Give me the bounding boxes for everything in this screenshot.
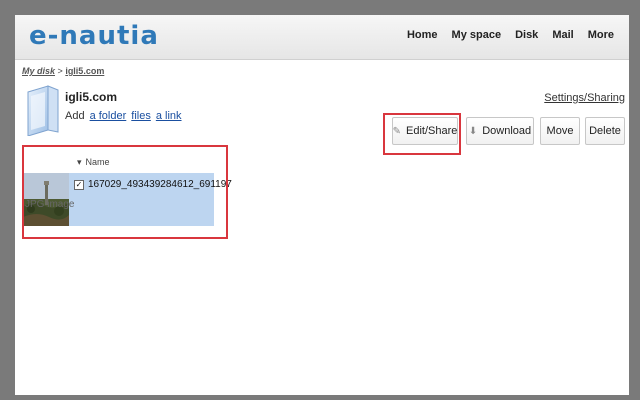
file-row-highlight	[22, 145, 228, 239]
move-button[interactable]: Move	[540, 117, 580, 145]
download-label: Download	[482, 125, 532, 137]
nav-more[interactable]: More	[588, 29, 614, 41]
delete-label: Delete	[589, 125, 621, 137]
download-icon: ⬇	[468, 125, 478, 137]
breadcrumb-current[interactable]: igli5.com	[65, 66, 104, 76]
breadcrumb: My disk > igli5.com	[22, 66, 104, 76]
logo[interactable]: e-nautia	[29, 21, 159, 51]
add-link-link[interactable]: a link	[156, 110, 182, 122]
settings-sharing-link[interactable]: Settings/Sharing	[544, 92, 625, 104]
nav-my-space[interactable]: My space	[452, 29, 502, 41]
edit-share-highlight	[383, 113, 461, 155]
add-label: Add	[65, 110, 85, 122]
breadcrumb-root[interactable]: My disk	[22, 66, 55, 76]
add-row: Add a folder files a link	[65, 110, 182, 122]
folder-icon	[27, 85, 59, 136]
download-button[interactable]: ⬇ Download	[466, 117, 534, 145]
nav-home[interactable]: Home	[407, 29, 438, 41]
move-label: Move	[546, 125, 574, 137]
top-header: e-nautia Home My space Disk Mail More	[15, 15, 629, 60]
folder-title: igli5.com	[65, 90, 118, 104]
delete-button[interactable]: Delete	[585, 117, 625, 145]
breadcrumb-separator: >	[57, 66, 63, 76]
app-window: e-nautia Home My space Disk Mail More My…	[15, 15, 629, 395]
add-files-link[interactable]: files	[131, 110, 151, 122]
main-nav: Home My space Disk Mail More	[407, 29, 614, 41]
add-folder-link[interactable]: a folder	[90, 110, 127, 122]
nav-disk[interactable]: Disk	[515, 29, 538, 41]
nav-mail[interactable]: Mail	[552, 29, 573, 41]
